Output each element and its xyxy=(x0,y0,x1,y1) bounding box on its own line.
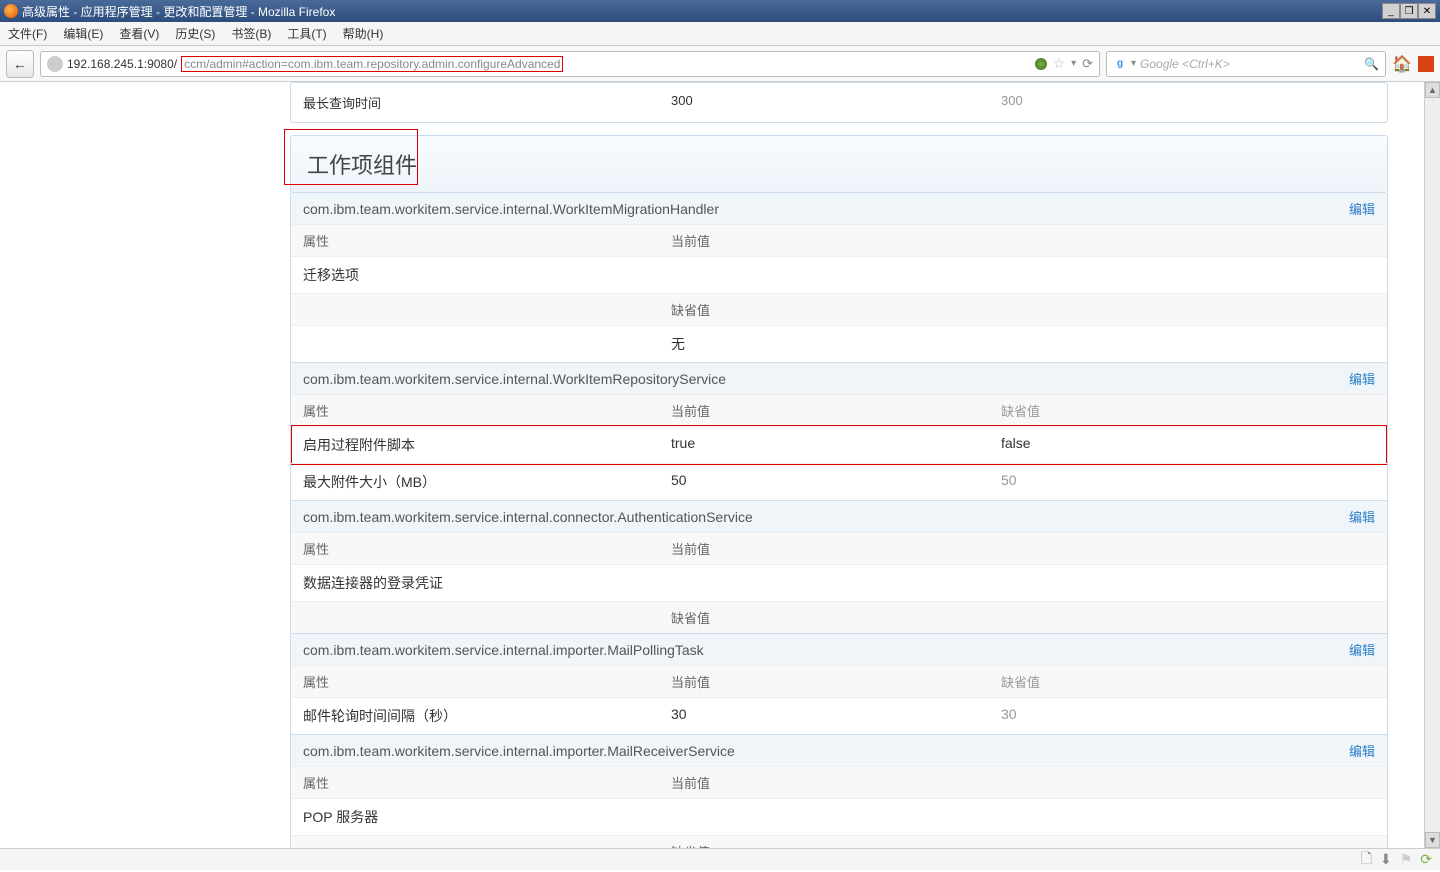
window-titlebar: 高级属性 - 应用程序管理 - 更改和配置管理 - Mozilla Firefo… xyxy=(0,0,1440,22)
col-header-attr: 属性 xyxy=(303,539,671,558)
prop-current: true xyxy=(671,435,1001,455)
edit-link[interactable]: 编辑 xyxy=(1349,199,1375,218)
col-header-default: 缺省值 xyxy=(1001,401,1375,420)
window-title: 高级属性 - 应用程序管理 - 更改和配置管理 - Mozilla Firefo… xyxy=(22,3,335,20)
col-header-default: 缺省值 xyxy=(1001,672,1375,691)
service-block: com.ibm.team.workitem.service.internal.i… xyxy=(290,735,1388,848)
service-name: com.ibm.team.workitem.service.internal.W… xyxy=(303,371,1349,387)
menu-file[interactable]: 文件(F) xyxy=(8,25,47,42)
minimize-button[interactable]: _ xyxy=(1382,3,1400,19)
edit-link[interactable]: 编辑 xyxy=(1349,507,1375,526)
close-button[interactable]: ✕ xyxy=(1418,3,1436,19)
menu-bookmarks[interactable]: 书签(B) xyxy=(231,25,271,42)
site-identity-icon xyxy=(47,56,63,72)
back-button[interactable]: ← xyxy=(6,50,34,78)
search-bar[interactable]: g ▾ Google <Ctrl+K> 🔍 xyxy=(1106,51,1386,77)
service-block: com.ibm.team.workitem.service.internal.c… xyxy=(290,501,1388,634)
bookmark-star-icon[interactable]: ☆ xyxy=(1053,55,1066,72)
sync-icon[interactable]: ⟳ xyxy=(1420,851,1432,868)
page-content: 最长查询时间 300 300 工作项组件 com.ibm.team.workit… xyxy=(0,82,1424,848)
col-header-current: 当前值 xyxy=(671,672,1001,691)
prop-label: 数据连接器的登录凭证 xyxy=(303,573,671,593)
menu-bar: 文件(F) 编辑(E) 查看(V) 历史(S) 书签(B) 工具(T) 帮助(H… xyxy=(0,22,1440,46)
scroll-down-icon[interactable]: ▼ xyxy=(1425,832,1440,848)
status-bar: 🗋 ⬇ ⚑ ⟳ xyxy=(0,848,1440,870)
firefox-icon xyxy=(4,4,18,18)
prev-section-tail: 最长查询时间 300 300 xyxy=(290,82,1388,123)
prev-prop-default: 300 xyxy=(1001,93,1375,112)
prev-prop-label: 最长查询时间 xyxy=(303,93,671,112)
prop-label: 最大附件大小（MB） xyxy=(303,472,671,492)
nav-toolbar: ← 192.168.245.1:9080/ccm/admin#action=co… xyxy=(0,46,1440,82)
menu-help[interactable]: 帮助(H) xyxy=(343,25,384,42)
prop-label: 启用过程附件脚本 xyxy=(303,435,671,455)
prop-label: 迁移选项 xyxy=(303,265,671,285)
status-dot-icon xyxy=(1035,58,1047,70)
reload-icon[interactable]: ⟳ xyxy=(1082,56,1093,72)
prop-default: false xyxy=(1001,435,1375,455)
col-header-default: 缺省值 xyxy=(671,300,1001,319)
search-placeholder: Google <Ctrl+K> xyxy=(1140,57,1360,71)
restore-button[interactable]: ❐ xyxy=(1400,3,1418,19)
scroll-up-icon[interactable]: ▲ xyxy=(1425,82,1440,98)
menu-view[interactable]: 查看(V) xyxy=(119,25,159,42)
google-icon: g xyxy=(1113,57,1127,71)
prop-current xyxy=(671,807,1001,827)
col-header-current: 当前值 xyxy=(671,401,1001,420)
service-block: com.ibm.team.workitem.service.internal.W… xyxy=(290,363,1388,501)
prop-current: 30 xyxy=(671,706,1001,726)
url-path: ccm/admin#action=com.ibm.team.repository… xyxy=(181,56,563,72)
prop-current: 50 xyxy=(671,472,1001,492)
vertical-scrollbar[interactable]: ▲ ▼ xyxy=(1424,82,1440,848)
col-header-attr: 属性 xyxy=(303,773,671,792)
prop-default: 无 xyxy=(671,334,1001,354)
prop-current xyxy=(671,573,1001,593)
col-header-current: 当前值 xyxy=(671,231,1001,250)
address-bar[interactable]: 192.168.245.1:9080/ccm/admin#action=com.… xyxy=(40,51,1100,77)
prop-default: 30 xyxy=(1001,706,1375,726)
history-dropdown-icon[interactable]: ▾ xyxy=(1071,58,1076,69)
prop-default: 50 xyxy=(1001,472,1375,492)
flag-icon[interactable]: ⚑ xyxy=(1400,851,1413,868)
section-title: 工作项组件 xyxy=(290,135,1388,193)
col-header-attr: 属性 xyxy=(303,231,671,250)
download-icon[interactable]: ⬇ xyxy=(1380,851,1392,868)
prop-label: 邮件轮询时间间隔（秒） xyxy=(303,706,671,726)
menu-history[interactable]: 历史(S) xyxy=(175,25,215,42)
col-header-attr: 属性 xyxy=(303,672,671,691)
addon-icon[interactable] xyxy=(1418,56,1434,72)
col-header-attr: 属性 xyxy=(303,401,671,420)
edit-link[interactable]: 编辑 xyxy=(1349,640,1375,659)
menu-edit[interactable]: 编辑(E) xyxy=(63,25,103,42)
prop-current xyxy=(671,265,1001,285)
search-icon[interactable]: 🔍 xyxy=(1364,57,1379,71)
col-header-default: 缺省值 xyxy=(671,608,1001,627)
service-name: com.ibm.team.workitem.service.internal.W… xyxy=(303,201,1349,217)
edit-link[interactable]: 编辑 xyxy=(1349,741,1375,760)
prev-prop-current: 300 xyxy=(671,93,1001,112)
home-button[interactable]: 🏠 xyxy=(1392,54,1412,74)
statusbar-icon[interactable]: 🗋 xyxy=(1361,848,1372,872)
service-block: com.ibm.team.workitem.service.internal.i… xyxy=(290,634,1388,735)
prop-label: POP 服务器 xyxy=(303,807,671,827)
url-host: 192.168.245.1:9080/ xyxy=(67,57,177,71)
menu-tools[interactable]: 工具(T) xyxy=(287,25,326,42)
service-name: com.ibm.team.workitem.service.internal.i… xyxy=(303,642,1349,658)
col-header-current: 当前值 xyxy=(671,539,1001,558)
search-engine-dropdown-icon[interactable]: ▾ xyxy=(1131,58,1136,69)
edit-link[interactable]: 编辑 xyxy=(1349,369,1375,388)
service-block: com.ibm.team.workitem.service.internal.W… xyxy=(290,193,1388,363)
service-name: com.ibm.team.workitem.service.internal.i… xyxy=(303,743,1349,759)
col-header-current: 当前值 xyxy=(671,773,1001,792)
service-name: com.ibm.team.workitem.service.internal.c… xyxy=(303,509,1349,525)
